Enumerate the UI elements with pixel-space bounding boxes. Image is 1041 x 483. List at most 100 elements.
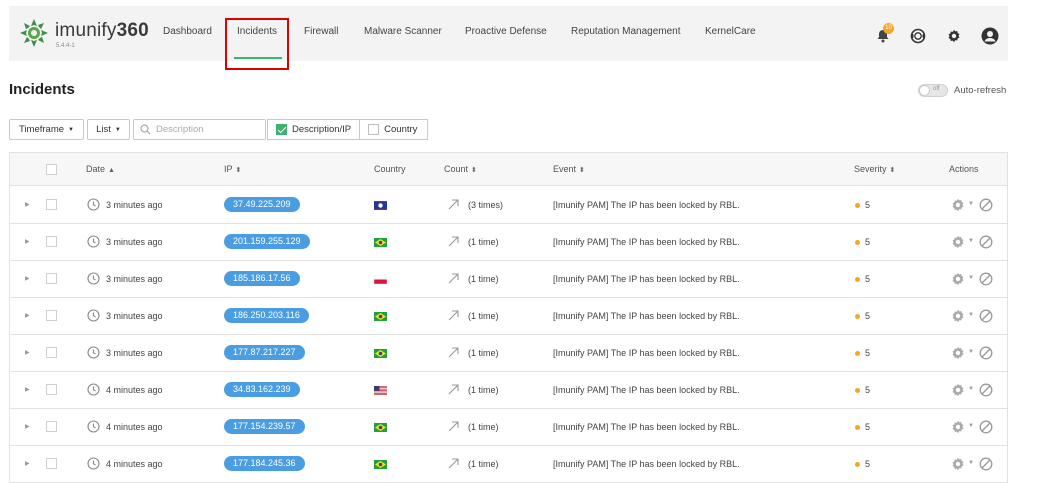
sort-asc-icon: ▲	[108, 167, 115, 174]
sort-icon: ⬍	[889, 167, 896, 174]
caret-down-icon[interactable]: ▼	[968, 386, 974, 392]
gear-icon[interactable]	[951, 420, 965, 434]
gear-icon[interactable]	[951, 235, 965, 249]
gear-icon[interactable]	[951, 272, 965, 286]
row-checkbox[interactable]	[46, 199, 57, 210]
row-checkbox[interactable]	[46, 458, 57, 469]
severity-value: 5	[865, 459, 871, 469]
gear-icon[interactable]	[951, 309, 965, 323]
caret-down-icon: ▼	[68, 126, 74, 133]
ip-address-pill[interactable]: 177.184.245.36	[224, 456, 305, 471]
search-input[interactable]	[156, 124, 256, 135]
support-icon	[910, 28, 926, 44]
caret-down-icon[interactable]: ▼	[968, 275, 974, 281]
caret-down-icon[interactable]: ▼	[968, 460, 974, 466]
gear-icon[interactable]	[951, 383, 965, 397]
row-checkbox[interactable]	[46, 347, 57, 358]
table-row: ▶ 3 minutes ago 201.159.255.129 (1 time)…	[10, 224, 1007, 261]
ip-address-pill[interactable]: 177.87.217.227	[224, 345, 305, 360]
expand-row-icon[interactable]: ▶	[25, 386, 30, 393]
block-icon[interactable]	[979, 420, 993, 434]
incident-date: 4 minutes ago	[106, 385, 163, 395]
clock-icon	[87, 420, 100, 433]
settings-button[interactable]	[944, 26, 964, 46]
row-checkbox[interactable]	[46, 384, 57, 395]
block-icon[interactable]	[979, 272, 993, 286]
user-icon	[981, 27, 999, 45]
nav-malware-scanner[interactable]: Malware Scanner	[364, 26, 442, 37]
timeframe-dropdown[interactable]: Timeframe ▼	[9, 119, 84, 140]
row-checkbox[interactable]	[46, 273, 57, 284]
incident-date: 4 minutes ago	[106, 459, 163, 469]
column-severity[interactable]: Severity ⬍	[854, 164, 895, 174]
expand-row-icon[interactable]: ▶	[25, 423, 30, 430]
notifications-button[interactable]: 10	[873, 23, 894, 46]
block-icon[interactable]	[979, 235, 993, 249]
gear-icon[interactable]	[951, 346, 965, 360]
country-label: Country	[384, 124, 418, 135]
caret-down-icon[interactable]: ▼	[968, 238, 974, 244]
ip-address-pill[interactable]: 185.186.17.56	[224, 271, 300, 286]
expand-row-icon[interactable]: ▶	[25, 460, 30, 467]
nav-proactive-defense[interactable]: Proactive Defense	[465, 26, 547, 37]
column-count[interactable]: Count ⬍	[444, 164, 477, 174]
select-all-checkbox[interactable]	[46, 164, 57, 175]
nav-kernelcare[interactable]: KernelCare	[705, 26, 756, 37]
block-icon[interactable]	[979, 346, 993, 360]
block-icon[interactable]	[979, 309, 993, 323]
row-checkbox[interactable]	[46, 310, 57, 321]
ip-address-pill[interactable]: 34.83.162.239	[224, 382, 300, 397]
usa-flag	[374, 386, 387, 395]
ip-address-pill[interactable]: 201.159.255.129	[224, 234, 310, 249]
expand-row-icon[interactable]: ▶	[25, 349, 30, 356]
country-checkbox[interactable]: Country	[359, 120, 425, 139]
top-navigation: imunify360 5.4.4-1 Dashboard Incidents F…	[9, 6, 1008, 61]
expand-row-icon[interactable]: ▶	[25, 312, 30, 319]
incident-count: (1 time)	[468, 459, 499, 469]
checkbox-checked	[276, 124, 287, 135]
column-ip[interactable]: IP ⬍	[224, 164, 241, 174]
gear-icon[interactable]	[951, 457, 965, 471]
nav-dashboard[interactable]: Dashboard	[163, 26, 212, 37]
caret-down-icon[interactable]: ▼	[968, 312, 974, 318]
toggle-state-text: off	[933, 86, 940, 92]
ip-address-pill[interactable]: 37.49.225.209	[224, 197, 300, 212]
nav-firewall[interactable]: Firewall	[304, 26, 338, 37]
block-icon[interactable]	[979, 457, 993, 471]
ip-address-pill[interactable]: 177.154.239.57	[224, 419, 305, 434]
expand-row-icon[interactable]: ▶	[25, 201, 30, 208]
list-dropdown[interactable]: List ▼	[87, 119, 130, 140]
gear-icon[interactable]	[951, 198, 965, 212]
row-checkbox[interactable]	[46, 236, 57, 247]
row-checkbox[interactable]	[46, 421, 57, 432]
support-button[interactable]	[908, 26, 928, 46]
severity-indicator	[855, 388, 860, 393]
table-header: Date ▲ IP ⬍ Country Count ⬍ Event ⬍ Severity…	[10, 153, 1007, 186]
incident-event: [Imunify PAM] The IP has been locked by …	[553, 311, 740, 321]
caret-down-icon[interactable]: ▼	[968, 201, 974, 207]
description-ip-checkbox[interactable]: Description/IP	[268, 120, 359, 139]
brazil-flag	[374, 238, 387, 247]
table-row: ▶ 4 minutes ago 177.154.239.57 (1 time) …	[10, 409, 1007, 446]
column-event[interactable]: Event ⬍	[553, 164, 585, 174]
clock-icon	[87, 346, 100, 359]
incident-event: [Imunify PAM] The IP has been locked by …	[553, 422, 740, 432]
caret-down-icon[interactable]: ▼	[968, 423, 974, 429]
caret-down-icon[interactable]: ▼	[968, 349, 974, 355]
ip-address-pill[interactable]: 186.250.203.116	[224, 308, 309, 323]
expand-row-icon[interactable]: ▶	[25, 238, 30, 245]
severity-indicator	[855, 240, 860, 245]
nav-reputation-management[interactable]: Reputation Management	[571, 26, 681, 37]
severity-value: 5	[865, 200, 871, 210]
auto-refresh-toggle[interactable]: off	[918, 84, 948, 97]
severity-indicator	[855, 425, 860, 430]
block-icon[interactable]	[979, 383, 993, 397]
imunify360-logo[interactable]: imunify360 5.4.4-1	[19, 16, 149, 52]
block-icon[interactable]	[979, 198, 993, 212]
user-account-button[interactable]	[980, 26, 1000, 46]
severity-value: 5	[865, 348, 871, 358]
search-scope-group: Description/IP Country	[267, 119, 428, 140]
expand-row-icon[interactable]: ▶	[25, 275, 30, 282]
incident-event: [Imunify PAM] The IP has been locked by …	[553, 459, 740, 469]
column-date[interactable]: Date ▲	[86, 164, 115, 174]
